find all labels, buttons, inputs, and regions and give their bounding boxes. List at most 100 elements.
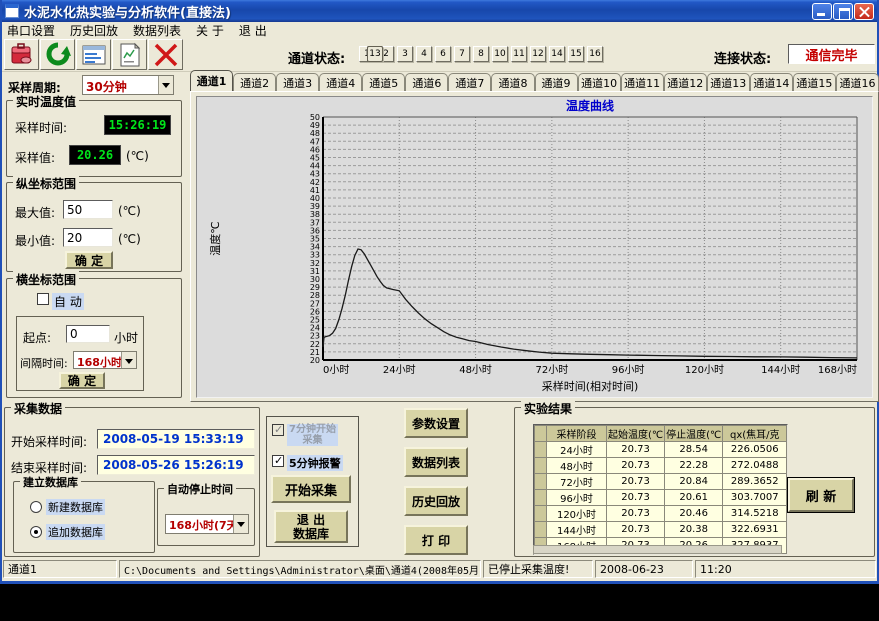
print-button[interactable]: 打 印 [404,525,468,555]
titlebar: 水泥水化热实验与分析软件(直接法) [2,0,877,22]
results-group-title: 实验结果 [521,400,575,417]
chart-area: 2021222324252627282930313233343536373839… [196,96,873,398]
tab-channel-16[interactable]: 通道16 [836,73,879,91]
channel-status-button-15[interactable]: 15 [568,46,584,62]
database-icon[interactable] [4,39,39,70]
start-delay-checkbox[interactable] [272,424,284,436]
restore-button[interactable] [833,3,853,20]
channel-status-button-13[interactable]: 13 [367,46,383,62]
x-range-ok-button[interactable]: 确 定 [59,372,105,389]
channel-status-button-11[interactable]: 11 [511,46,527,62]
table-cell: 20.73 [607,474,665,490]
svg-text:72小时: 72小时 [535,364,568,376]
table-row[interactable]: 96小时20.7320.61303.7007 [535,490,787,506]
alarm-checkbox[interactable] [272,455,284,467]
data-list-button[interactable]: 数据列表 [404,447,468,477]
channel-status-button-3[interactable]: 3 [397,46,413,62]
table-cell: 20.73 [607,458,665,474]
channel-status-button-7[interactable]: 7 [454,46,470,62]
interval-dropdown[interactable]: 168小时 [73,351,137,369]
tab-channel-7[interactable]: 通道7 [448,73,491,91]
table-cell: 289.3652 [723,474,787,490]
tab-channel-3[interactable]: 通道3 [276,73,319,91]
tab-channel-14[interactable]: 通道14 [750,73,793,91]
results-h-scrollbar[interactable] [533,545,782,554]
channel-status-button-4[interactable]: 4 [416,46,432,62]
end-sample-time-value: 2008-05-26 15:26:19 [97,455,255,475]
action-buttons: 参数设置数据列表历史回放打 印 [404,408,468,555]
tab-channel-6[interactable]: 通道6 [405,73,448,91]
append-database-option[interactable]: 追加数据库 [30,524,105,540]
refresh-button[interactable]: 刷 新 [788,478,854,512]
svg-text:0小时: 0小时 [323,364,349,376]
report-icon[interactable] [112,39,147,70]
start-point-input[interactable] [66,325,110,343]
chevron-down-icon[interactable] [121,352,136,368]
svg-text:采样时间(相对时间): 采样时间(相对时间) [542,379,639,393]
table-cell: 303.7007 [723,490,787,506]
tab-channel-1[interactable]: 通道1 [190,70,233,91]
tab-channel-10[interactable]: 通道10 [578,73,621,91]
tab-channel-4[interactable]: 通道4 [319,73,362,91]
sample-period-dropdown[interactable]: 30分钟 [82,75,174,95]
new-database-radio[interactable] [30,501,42,513]
y-range-ok-button[interactable]: 确 定 [65,251,113,269]
svg-text:29: 29 [310,283,320,292]
chevron-down-icon[interactable] [233,515,248,533]
menu-item-2[interactable]: 历史回放 [70,22,118,39]
table-row[interactable]: 120小时20.7320.46314.5218 [535,506,787,522]
table-row[interactable]: 48小时20.7322.28272.0488 [535,458,787,474]
data-list-icon[interactable] [76,39,111,70]
refresh-icon[interactable] [40,39,75,70]
channel-status-button-6[interactable]: 6 [435,46,451,62]
min-value-input[interactable] [63,228,113,247]
row-header-cell [535,474,547,490]
svg-text:24小时: 24小时 [383,364,416,376]
tab-channel-5[interactable]: 通道5 [362,73,405,91]
exit-database-button[interactable]: 退 出 数据库 [274,510,348,543]
tab-channel-12[interactable]: 通道12 [664,73,707,91]
channel-status-button-8[interactable]: 8 [473,46,489,62]
svg-text:31: 31 [310,267,320,276]
table-row[interactable]: 144小时20.7320.38322.6931 [535,522,787,538]
svg-text:47: 47 [310,137,320,146]
table-row[interactable]: 72小时20.7320.84289.3652 [535,474,787,490]
menu-item-4[interactable]: 关 于 [196,22,224,39]
tab-channel-15[interactable]: 通道15 [793,73,836,91]
x-range-group-title: 横坐标范围 [13,271,79,288]
tab-channel-13[interactable]: 通道13 [707,73,750,91]
channel-status-button-16[interactable]: 16 [587,46,603,62]
create-database-group: 建立数据库 新建数据库 追加数据库 [13,481,155,553]
tab-channel-9[interactable]: 通道9 [535,73,578,91]
minimize-button[interactable] [812,3,832,20]
tab-channel-11[interactable]: 通道11 [621,73,664,91]
table-row[interactable]: 24小时20.7328.54226.0506 [535,442,787,458]
history-playback-button[interactable]: 历史回放 [404,486,468,516]
table-cell: 322.6931 [723,522,787,538]
tab-channel-2[interactable]: 通道2 [233,73,276,91]
append-database-label: 追加数据库 [46,524,105,540]
max-value-input[interactable] [63,200,113,219]
auto-checkbox[interactable] [37,293,49,305]
status-date: 2008-06-23 [595,560,693,578]
new-database-option[interactable]: 新建数据库 [30,499,105,515]
menu-item-1[interactable]: 串口设置 [7,22,55,39]
channel-status-button-14[interactable]: 14 [549,46,565,62]
autostop-group: 自动停止时间 168小时(7天) [157,488,255,546]
exit-icon[interactable] [148,39,183,70]
menu-item-5[interactable]: 退 出 [239,22,267,39]
params-settings-button[interactable]: 参数设置 [404,408,468,438]
table-cell: 272.0488 [723,458,787,474]
tab-channel-8[interactable]: 通道8 [491,73,534,91]
channel-status-button-12[interactable]: 12 [530,46,546,62]
append-database-radio[interactable] [30,526,42,538]
svg-text:20: 20 [310,356,320,365]
start-collect-button[interactable]: 开始采集 [271,475,351,503]
chevron-down-icon[interactable] [158,76,173,94]
close-button[interactable] [854,3,874,20]
menu-item-3[interactable]: 数据列表 [133,22,181,39]
results-table-wrap: 采样阶段起始温度(℃停止温度(℃qx(焦耳/克24小时20.7328.54226… [533,424,788,555]
start-delay-checkbox-row: 7分钟开始采集 [272,424,338,446]
channel-status-button-10[interactable]: 10 [492,46,508,62]
autostop-dropdown[interactable]: 168小时(7天) [165,514,249,534]
